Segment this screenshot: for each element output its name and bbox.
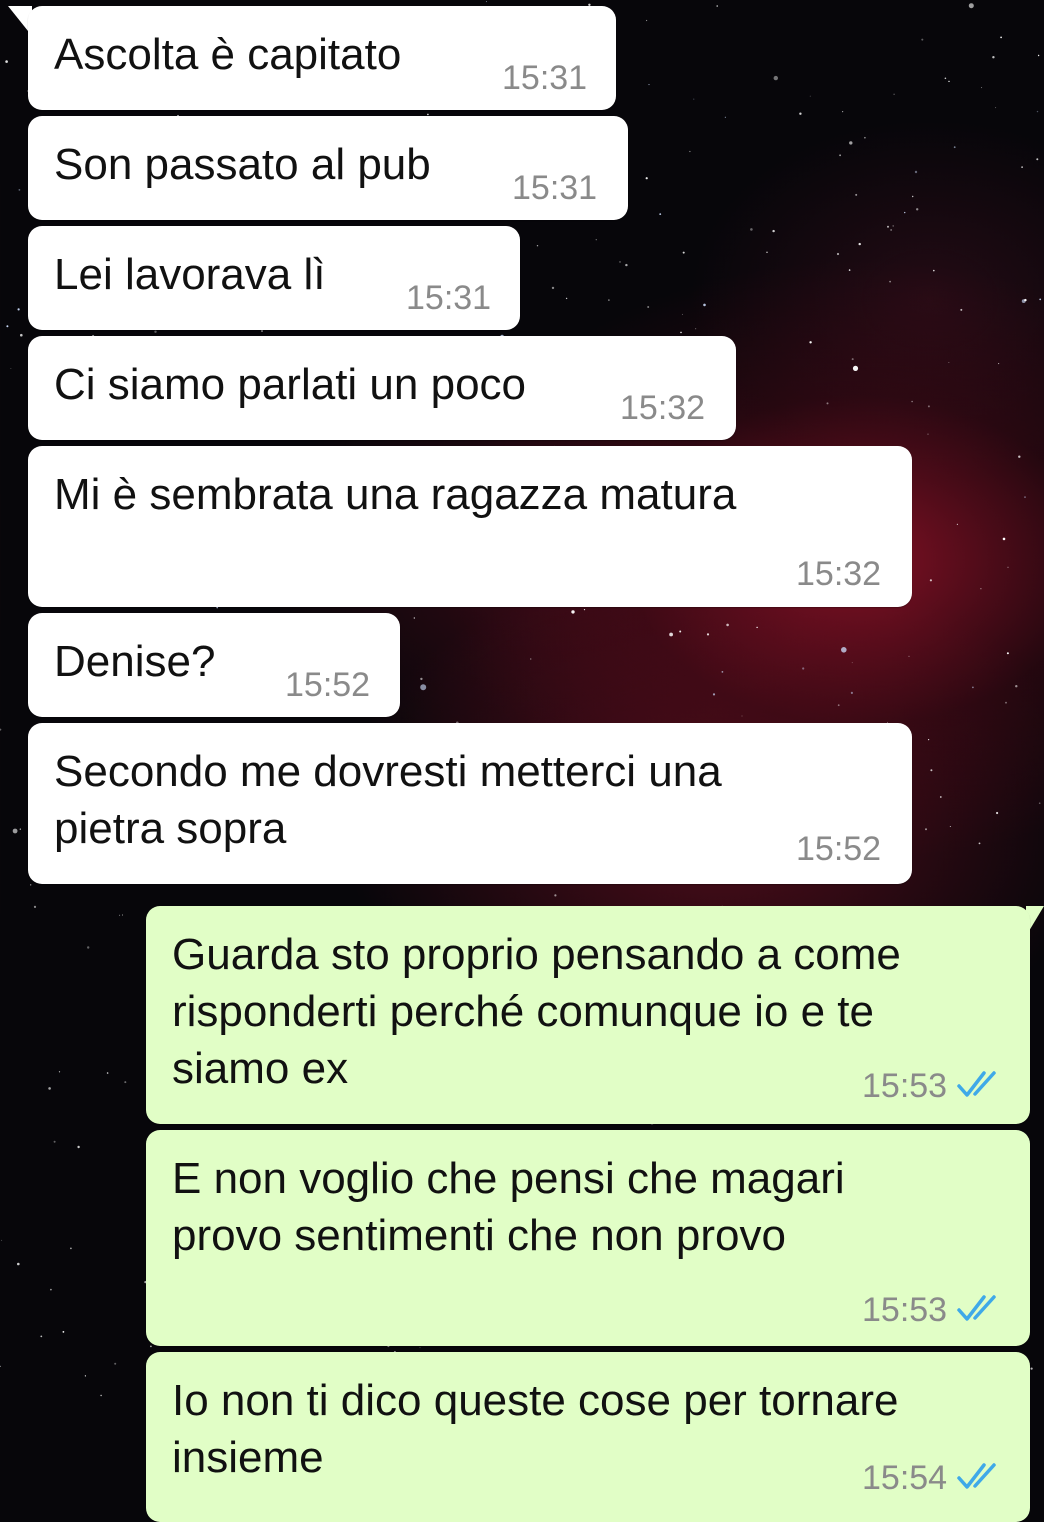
message-bubble-outgoing[interactable]: Io non ti dico queste cose per tornare i… [146,1352,1030,1522]
double-check-read-icon [957,1463,996,1489]
message-text: Mi è sembrata una ragazza matura [54,470,737,519]
message-text: Denise? [54,637,216,686]
message-timestamp: 15:52 [796,830,882,868]
message-text: Guarda sto proprio pensando a come rispo… [172,930,901,1093]
message-bubble-incoming[interactable]: Ci siamo parlati un poco 15:32 [28,336,736,440]
chat-message-list[interactable]: Ascolta è capitato 15:31 Son passato al … [0,0,1044,1522]
message-bubble-incoming[interactable]: Denise? 15:52 [28,613,400,717]
message-timestamp: 15:31 [512,169,598,207]
message-timestamp: 15:32 [620,389,706,427]
message-bubble-outgoing[interactable]: Guarda sto proprio pensando a come rispo… [146,906,1030,1124]
message-bubble-incoming[interactable]: Lei lavorava lì 15:31 [28,226,520,330]
message-bubble-incoming[interactable]: Mi è sembrata una ragazza matura 15:32 [28,446,912,607]
message-timestamp: 15:53 [862,1291,948,1329]
message-text: E non voglio che pensi che magari provo … [172,1154,845,1260]
message-bubble-outgoing[interactable]: E non voglio che pensi che magari provo … [146,1130,1030,1346]
message-text: Son passato al pub [54,140,431,189]
double-check-read-icon [957,1071,996,1097]
message-timestamp: 15:31 [502,59,588,97]
message-text: Ci siamo parlati un poco [54,360,527,409]
message-text: Ascolta è capitato [54,30,402,79]
message-bubble-incoming[interactable]: Son passato al pub 15:31 [28,116,628,220]
message-text: Lei lavorava lì [54,250,326,299]
message-text: Io non ti dico queste cose per tornare i… [172,1376,899,1482]
message-timestamp: 15:52 [285,666,371,704]
double-check-read-icon [957,1295,996,1321]
message-text: Secondo me dovresti metterci una pietra … [54,747,722,853]
message-timestamp: 15:53 [862,1067,948,1105]
message-timestamp: 15:54 [862,1459,948,1497]
message-bubble-incoming[interactable]: Ascolta è capitato 15:31 [28,6,616,110]
message-timestamp: 15:31 [406,279,492,317]
message-timestamp: 15:32 [796,555,882,593]
message-bubble-incoming[interactable]: Secondo me dovresti metterci una pietra … [28,723,912,884]
